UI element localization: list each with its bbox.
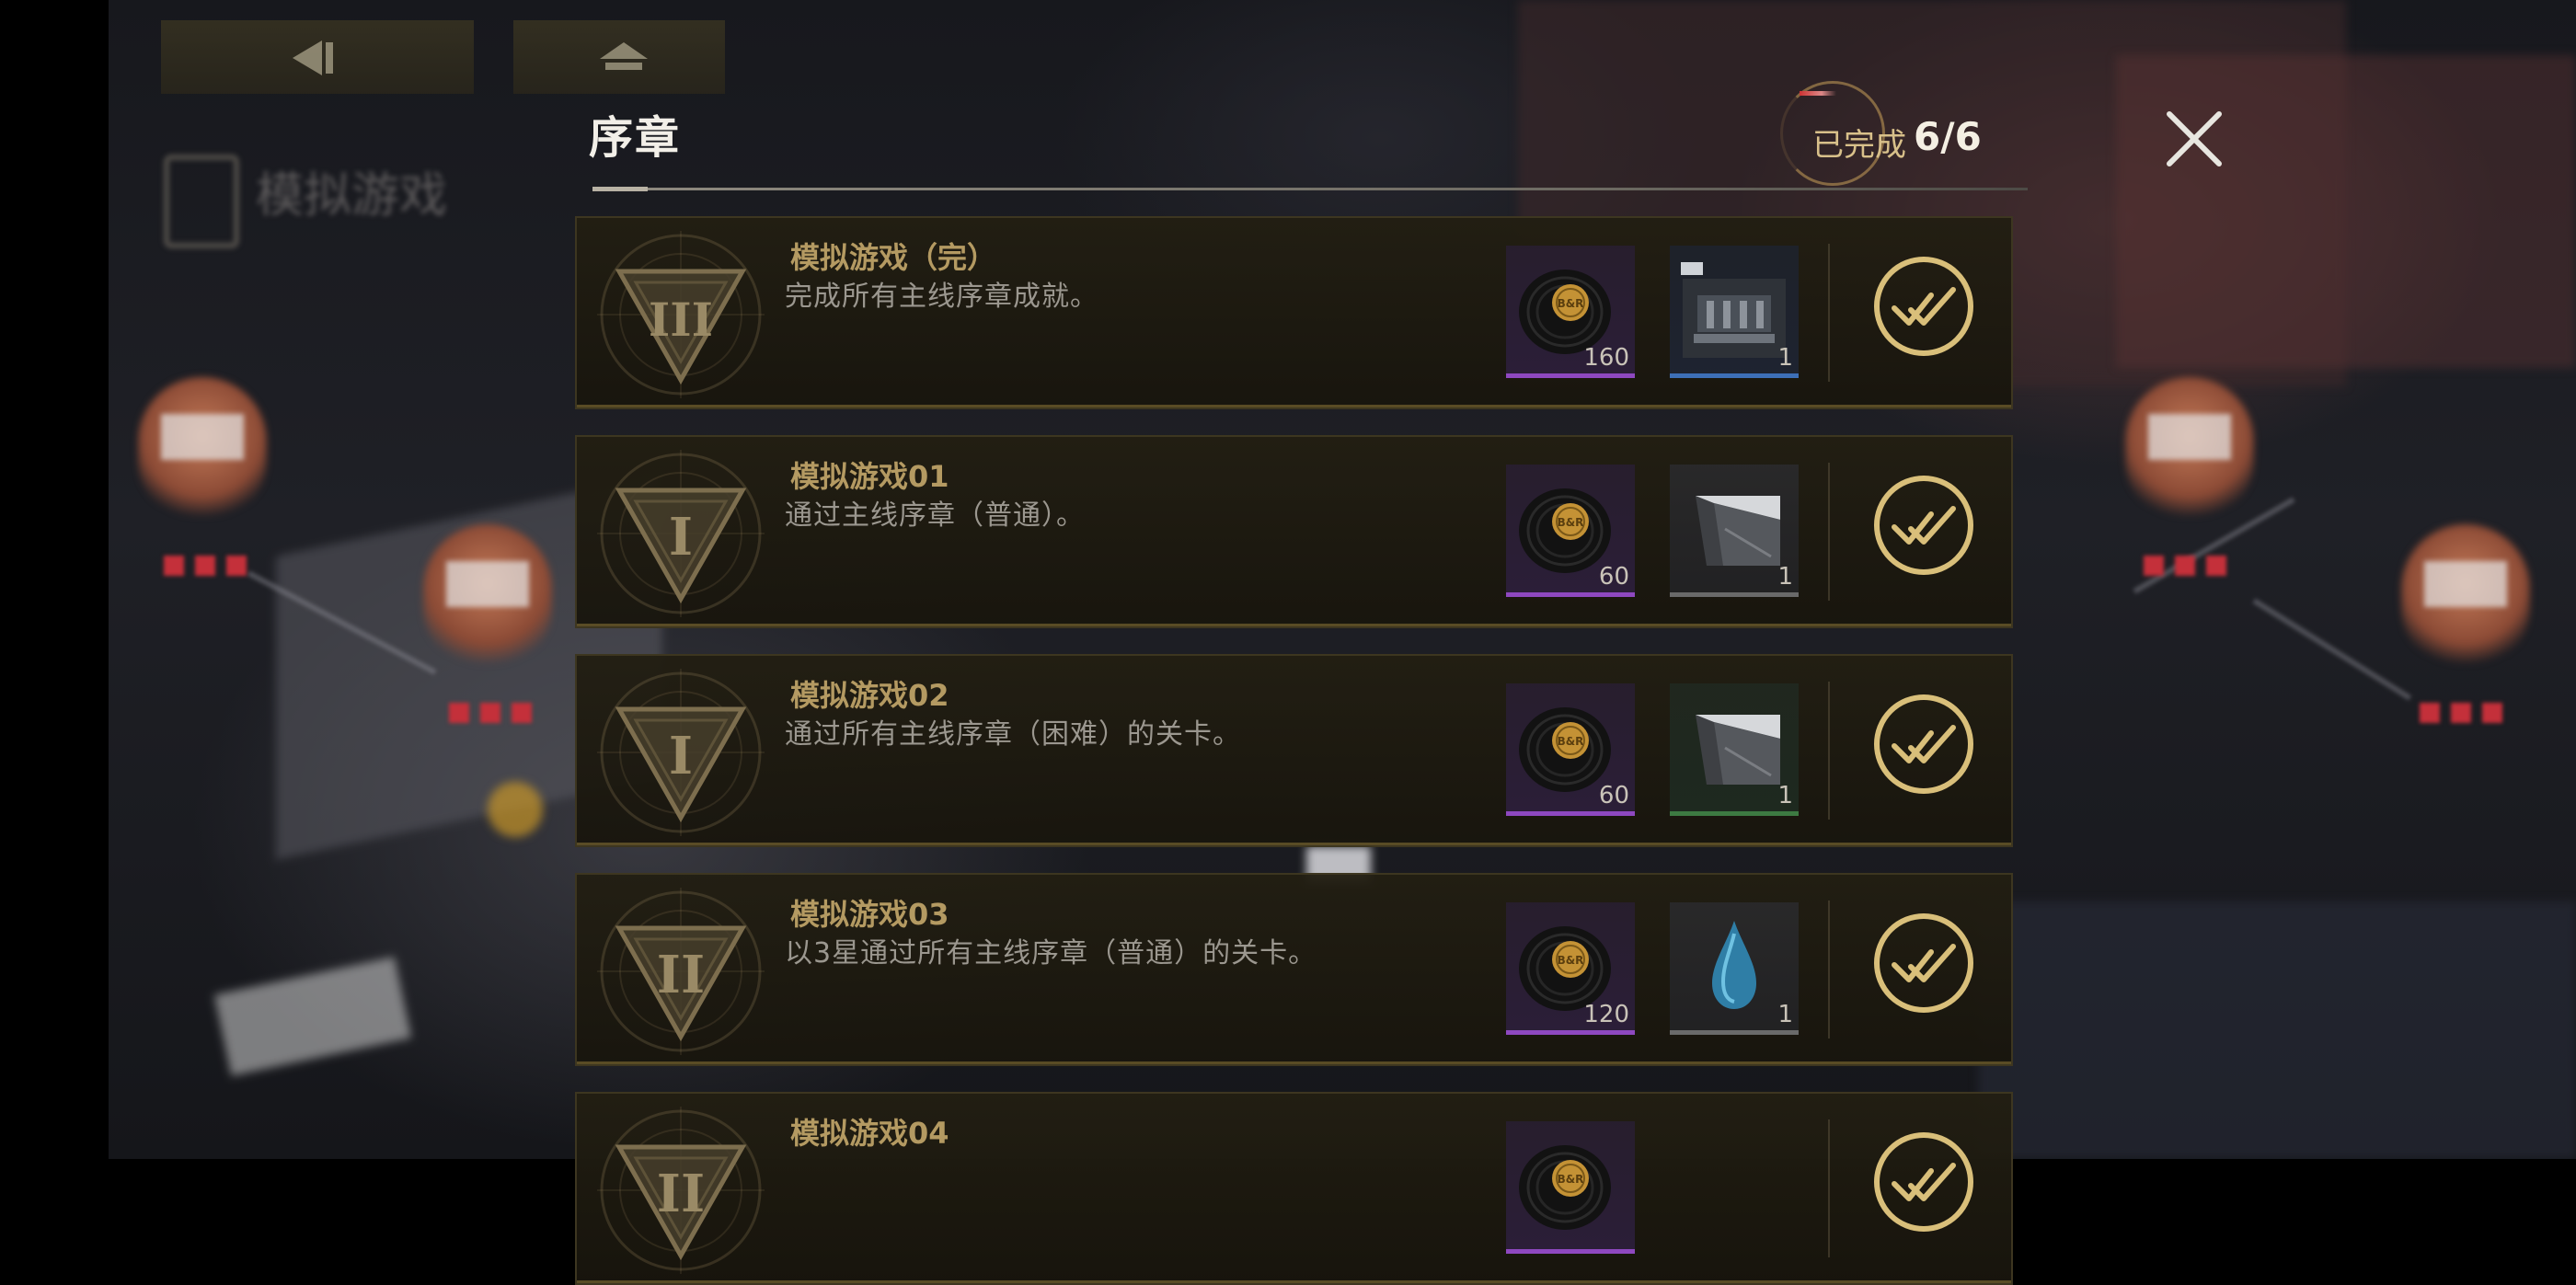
back-arrow-icon xyxy=(293,40,333,75)
emblem-tier-i-icon: I xyxy=(593,446,768,621)
reward-quantity: 1 xyxy=(1777,782,1793,809)
card-divider xyxy=(1828,901,1830,1038)
bg-floor xyxy=(1978,901,2576,1159)
reward-item[interactable]: B&R 60 xyxy=(1506,683,1635,816)
achievement-title: 模拟游戏04 xyxy=(790,1116,949,1151)
completed-check-icon[interactable] xyxy=(1872,912,1975,1015)
stage-stars xyxy=(2420,703,2512,723)
stage-stars xyxy=(2144,556,2236,576)
reward-quantity: 60 xyxy=(1598,563,1629,591)
stage-stars xyxy=(164,556,256,576)
stage-node-screen xyxy=(2148,414,2231,460)
achievement-card[interactable]: II 模拟游戏03 以3星通过所有主线序章（普通）的关卡。 B&R 120 1 xyxy=(575,873,2013,1066)
card-divider xyxy=(1828,1119,1830,1257)
svg-text:B&R: B&R xyxy=(1558,954,1584,967)
reward-item[interactable]: 1 xyxy=(1670,465,1799,597)
completed-check-icon[interactable] xyxy=(1872,1130,1975,1233)
achievement-title: 模拟游戏01 xyxy=(790,459,949,494)
left-safe-area xyxy=(0,0,109,1159)
completed-check-icon[interactable] xyxy=(1872,693,1975,796)
progress-value: 6/6 xyxy=(1914,114,1982,159)
bg-marker xyxy=(488,782,543,837)
reward-quantity: 1 xyxy=(1777,563,1793,591)
card-divider xyxy=(1828,463,1830,601)
svg-text:B&R: B&R xyxy=(1558,516,1584,529)
svg-text:B&R: B&R xyxy=(1558,735,1584,748)
reward-item[interactable]: 1 xyxy=(1670,902,1799,1035)
emblem-tier-iii-icon: III xyxy=(593,227,768,402)
stage-node-screen xyxy=(446,561,529,607)
achievement-title: 模拟游戏03 xyxy=(790,897,949,932)
svg-text:B&R: B&R xyxy=(1558,297,1584,310)
card-divider xyxy=(1828,244,1830,382)
svg-text:II: II xyxy=(657,945,705,1005)
achievement-description: 完成所有主线序章成就。 xyxy=(785,281,1098,313)
bg-structure xyxy=(2116,55,2576,368)
svg-text:I: I xyxy=(669,726,693,786)
header-divider xyxy=(592,187,2028,191)
emblem-tier-ii-icon: II xyxy=(593,1103,768,1278)
stage-node-screen xyxy=(161,414,244,460)
reward-quantity: 60 xyxy=(1598,782,1629,809)
achievement-card[interactable]: I 模拟游戏01 通过主线序章（普通）。 B&R 60 1 xyxy=(575,435,2013,628)
bg-path-line xyxy=(2252,598,2412,701)
stage-stars xyxy=(449,703,541,723)
vinyl-record-icon: B&R xyxy=(1506,1121,1635,1249)
stage-node-screen xyxy=(2424,561,2507,607)
reward-quantity: 120 xyxy=(1583,1001,1629,1028)
reward-item[interactable]: B&R 120 xyxy=(1506,902,1635,1035)
achievement-description: 通过主线序章（普通）。 xyxy=(785,499,1085,532)
reward-item[interactable]: B&R 160 xyxy=(1506,246,1635,378)
svg-text:II: II xyxy=(657,1164,705,1224)
home-icon xyxy=(600,42,648,70)
bg-object xyxy=(213,957,412,1076)
stage-name-label: 模拟游戏 xyxy=(256,168,448,224)
achievement-description: 通过所有主线序章（困难）的关卡。 xyxy=(785,718,1241,751)
reward-item[interactable]: B&R 60 xyxy=(1506,465,1635,597)
svg-text:III: III xyxy=(649,293,713,347)
achievement-card[interactable]: III 模拟游戏（完） 完成所有主线序章成就。 B&R 160 1 xyxy=(575,216,2013,409)
reward-item[interactable]: 1 xyxy=(1670,683,1799,816)
emblem-tier-ii-icon: II xyxy=(593,884,768,1059)
achievement-description: 以3星通过所有主线序章（普通）的关卡。 xyxy=(785,937,1317,969)
achievement-title: 模拟游戏02 xyxy=(790,678,949,713)
progress-label: 已完成 xyxy=(1812,127,1906,164)
achievement-card[interactable]: II 模拟游戏04 B&R xyxy=(575,1092,2013,1285)
svg-text:I: I xyxy=(669,507,693,568)
close-icon[interactable] xyxy=(2158,103,2230,175)
stage-zero-icon xyxy=(164,155,239,248)
reward-quantity: 1 xyxy=(1777,344,1793,372)
reward-quantity: 1 xyxy=(1777,1001,1793,1028)
panel-title: 序章 xyxy=(589,112,682,164)
emblem-tier-i-icon: I xyxy=(593,665,768,840)
completed-check-icon[interactable] xyxy=(1872,474,1975,577)
svg-text:B&R: B&R xyxy=(1558,1173,1584,1186)
achievement-title: 模拟游戏（完） xyxy=(790,240,997,275)
completed-check-icon[interactable] xyxy=(1872,255,1975,358)
reward-item[interactable]: 1 xyxy=(1670,246,1799,378)
reward-item[interactable]: B&R xyxy=(1506,1121,1635,1254)
card-divider xyxy=(1828,682,1830,820)
reward-quantity: 160 xyxy=(1583,344,1629,372)
achievement-card[interactable]: I 模拟游戏02 通过所有主线序章（困难）的关卡。 B&R 60 1 xyxy=(575,654,2013,847)
